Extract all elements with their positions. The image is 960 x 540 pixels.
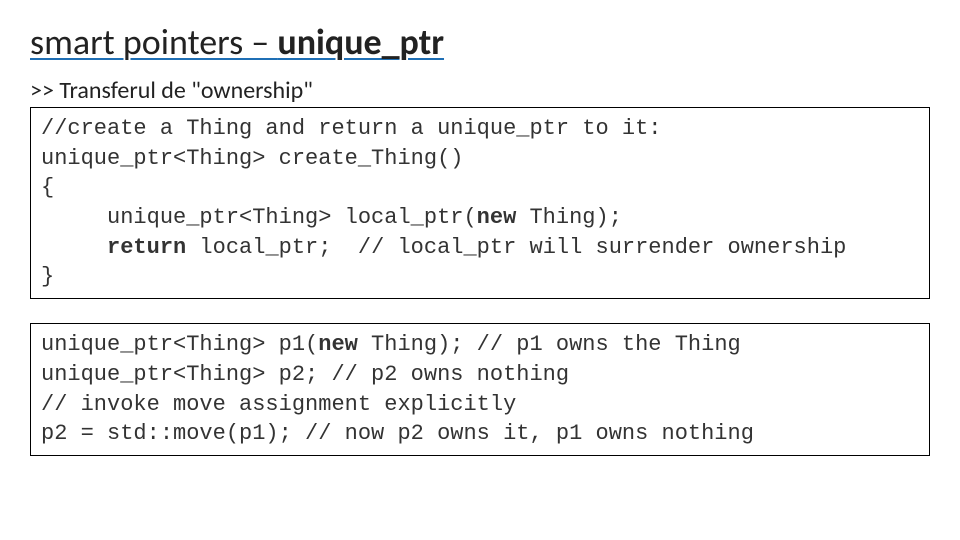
title-part2: unique_ptr [277, 20, 444, 64]
code-line: local_ptr; // local_ptr will surrender o… [186, 235, 846, 260]
code-line: Thing); [516, 205, 622, 230]
code-block-1: //create a Thing and return a unique_ptr… [30, 107, 930, 299]
code-keyword-return: return [107, 235, 186, 260]
code-block-2: unique_ptr<Thing> p1(new Thing); // p1 o… [30, 323, 930, 456]
slide-subtitle: >> Transferul de "ownership" [30, 76, 930, 105]
slide-title: smart pointers – unique_ptr [30, 20, 930, 64]
code-keyword-new: new [318, 332, 358, 357]
code-line: // invoke move assignment explicitly [41, 392, 516, 417]
code-line: p2 = std::move(p1); // now p2 owns it, p… [41, 421, 754, 446]
code-line: unique_ptr<Thing> create_Thing() [41, 146, 463, 171]
code-line: unique_ptr<Thing> local_ptr( [41, 205, 477, 230]
code-line: unique_ptr<Thing> p1( [41, 332, 318, 357]
code-line: } [41, 264, 54, 289]
code-keyword-new: new [477, 205, 517, 230]
code-line: Thing); // p1 owns the Thing [358, 332, 741, 357]
code-line [41, 235, 107, 260]
code-line: { [41, 175, 54, 200]
code-line: unique_ptr<Thing> p2; // p2 owns nothing [41, 362, 569, 387]
title-part1: smart pointers – [30, 20, 277, 64]
code-line: //create a Thing and return a unique_ptr… [41, 116, 662, 141]
